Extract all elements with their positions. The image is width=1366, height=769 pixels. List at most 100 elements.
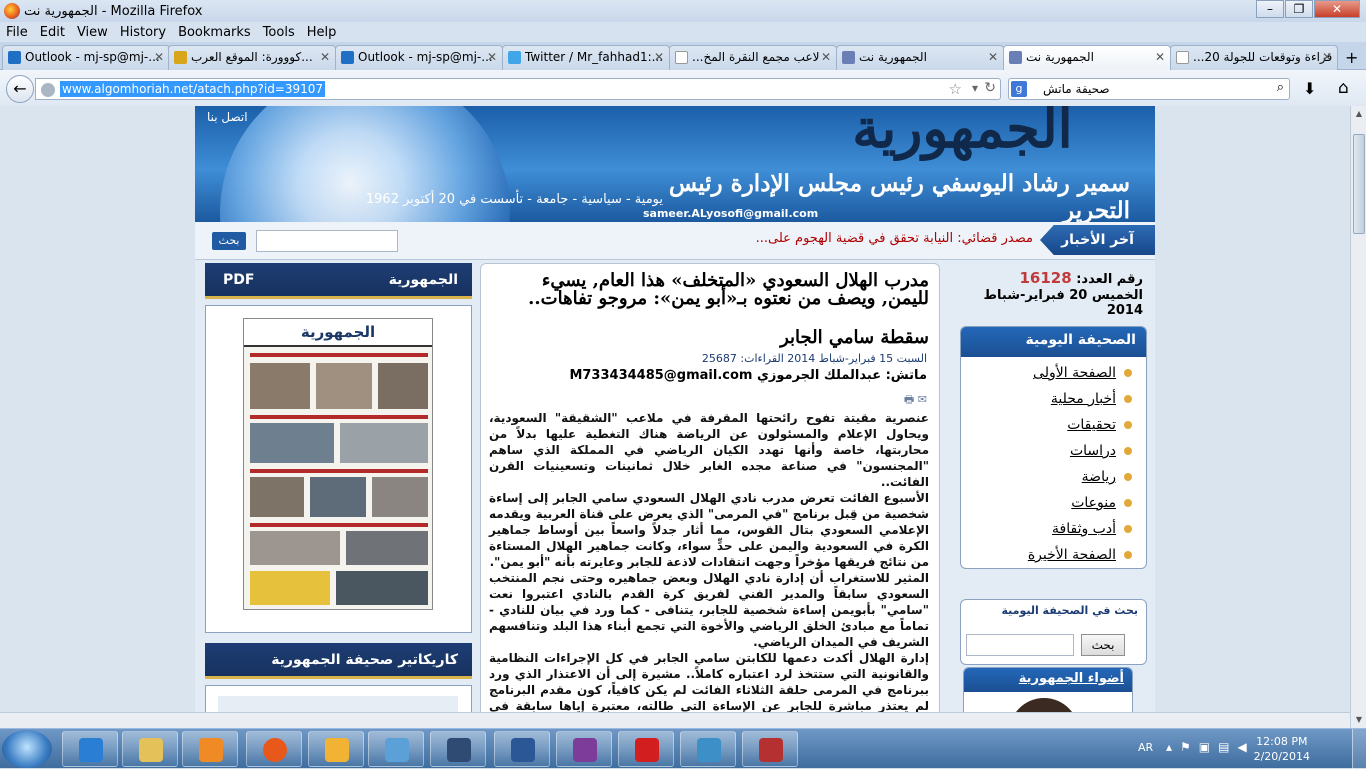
author-email[interactable]: M733434485@gmail.com [569,368,752,383]
show-desktop-button[interactable] [1352,729,1366,769]
site-search-button[interactable]: بحث [212,232,246,250]
newspaper-thumbnail[interactable]: الجمهورية [243,318,433,610]
tab-kooora[interactable]: كووورة: الموقع العرب... ✕ [168,45,336,70]
ie-icon [79,738,103,762]
issue-number-line: رقم العدد: 16128 [1020,269,1144,287]
tab-outlook-1[interactable]: Outlook - mj-sp@mj-... ✕ [2,45,170,70]
url-bar[interactable]: www.algomhoriah.net/atach.php?id=39107 ☆… [35,78,1001,100]
daily-item-studies[interactable]: دراسات [961,439,1132,465]
daily-item-local-news[interactable]: أخبار محلية [961,387,1132,413]
menu-tools[interactable]: Tools [257,25,301,40]
site-logo[interactable]: الجمهورية [790,106,1135,160]
article-body: عنصرية مقيتة تفوح رائحتها المقرفة في ملا… [489,410,929,728]
scroll-up-icon[interactable]: ▲ [1352,107,1366,121]
close-tab-icon[interactable]: ✕ [654,46,664,68]
google-engine-icon[interactable]: g [1011,81,1027,97]
menu-edit[interactable]: Edit [34,25,71,40]
menu-history[interactable]: History [114,25,172,40]
site-search-input[interactable] [256,230,398,252]
menu-file[interactable]: File [0,25,34,40]
tab-naqra[interactable]: ...لاعب مجمع النقرة المخ ✕ [669,45,837,70]
close-tab-icon[interactable]: ✕ [487,46,497,68]
menu-bookmarks[interactable]: Bookmarks [172,25,257,40]
clock[interactable]: 12:08 PM 2/20/2014 [1254,734,1310,764]
taskbar-acrobat[interactable] [618,731,674,767]
menu-bar: File Edit View History Bookmarks Tools H… [0,22,1366,42]
close-tab-icon[interactable]: ✕ [154,46,164,68]
media-center-icon [447,738,471,762]
close-tab-icon[interactable]: ✕ [1322,46,1332,68]
taskbar-media-center[interactable] [430,731,486,767]
print-icon[interactable]: 🖶 [904,393,914,406]
taskbar-outlook[interactable] [308,731,364,767]
scroll-thumb[interactable] [1353,134,1365,234]
dropdown-arrow-icon[interactable]: ▾ [972,81,978,95]
article-tools: 🖶 ✉ [904,391,927,410]
outlook-icon [8,51,21,64]
ticker-headline[interactable]: مصدر قضائي: النيابة تحقق في قضية الهجوم … [756,231,1033,246]
close-tab-icon[interactable]: ✕ [821,46,831,68]
new-tab-button[interactable]: + [1345,48,1358,67]
back-button[interactable]: ← [6,75,34,103]
menu-help[interactable]: Help [301,25,343,40]
tab-outlook-2[interactable]: Outlook - mj-sp@mj-... ✕ [335,45,503,70]
daily-item-culture[interactable]: أدب وثقافة [961,517,1132,543]
maximize-button[interactable]: ❐ [1285,0,1313,18]
daily-item-last-page[interactable]: الصفحة الأخيرة [961,543,1132,568]
tab-algomhoriah-1[interactable]: الجمهورية نت ✕ [836,45,1004,70]
taskbar-paint[interactable] [368,731,424,767]
scroll-down-icon[interactable]: ▼ [1352,713,1366,727]
reload-icon[interactable]: ↻ [984,80,996,96]
daily-search-button[interactable]: بحث [1081,634,1125,656]
bullet-icon [1124,447,1132,455]
start-button[interactable] [2,730,52,768]
news-ticker-row: آخر الأخبار مصدر قضائي: النيابة تحقق في … [195,222,1155,260]
article-paragraph: عنصرية مقيتة تفوح رائحتها المقرفة في ملا… [489,411,929,489]
taskbar-ie[interactable] [62,731,118,767]
close-tab-icon[interactable]: ✕ [320,46,330,68]
daily-search-input[interactable] [966,634,1074,656]
download-icon[interactable]: ⬇ [1303,79,1316,98]
pdf-preview-box: الجمهورية [205,305,472,633]
menu-view[interactable]: View [71,25,114,40]
tab-twitter[interactable]: Twitter / Mr_fahhad1:... ✕ [502,45,670,70]
lights-title[interactable]: أضواء الجمهورية [964,668,1132,692]
outlook-icon [325,738,349,762]
daily-item-front-page[interactable]: الصفحة الأولى [961,361,1132,387]
page-viewport: اتصل بنا الجمهورية سمير رشاد اليوسفي رئي… [0,106,1350,728]
site-identity-icon[interactable] [41,83,55,97]
close-tab-icon[interactable]: ✕ [988,46,998,68]
close-window-button[interactable]: ✕ [1314,0,1360,18]
taskbar-firefox[interactable] [246,731,302,767]
search-query[interactable]: صحيفة ماتش [1043,82,1110,96]
url-text[interactable]: www.algomhoriah.net/atach.php?id=39107 [60,81,326,97]
language-indicator[interactable]: AR [1138,741,1153,754]
taskbar-winrar[interactable] [556,731,612,767]
horizontal-scrollbar[interactable] [0,712,1350,728]
taskbar-pdf-app[interactable] [742,731,798,767]
search-bar[interactable]: g صحيفة ماتش ⌕ [1008,78,1290,100]
vertical-scrollbar[interactable]: ▲ ▼ [1350,106,1366,728]
close-tab-icon[interactable]: ✕ [1155,46,1165,68]
minimize-button[interactable]: – [1256,0,1284,18]
issue-date: الخميس 20 فبراير-شباط 2014 [983,288,1143,318]
system-tray: AR ▴⚑▣▤◀ 12:08 PM 2/20/2014 [1126,729,1366,769]
taskbar-media-player[interactable] [182,731,238,767]
taskbar-photo-viewer[interactable] [680,731,736,767]
navigation-bar: ← www.algomhoriah.net/atach.php?id=39107… [0,70,1366,106]
editor-email[interactable]: sameer.ALyosofi@gmail.com [643,207,818,220]
taskbar-word[interactable] [494,731,550,767]
search-icon[interactable]: ⌕ [1277,80,1284,95]
taskbar-explorer[interactable] [122,731,178,767]
daily-item-label: رياضة [1081,469,1116,485]
daily-item-investigations[interactable]: تحقيقات [961,413,1132,439]
contact-link[interactable]: اتصل بنا [207,110,248,124]
home-icon[interactable]: ⌂ [1338,78,1349,98]
daily-item-misc[interactable]: منوعات [961,491,1132,517]
bookmark-star-icon[interactable]: ☆ [949,80,962,98]
daily-item-sports[interactable]: رياضة [961,465,1132,491]
tray-icons[interactable]: ▴⚑▣▤◀ [1166,740,1255,754]
tab-algomhoriah-active[interactable]: الجمهورية نت ✕ [1003,45,1171,70]
email-icon[interactable]: ✉ [918,393,927,406]
tab-round-20[interactable]: ...قراءة وتوقعات للجولة 20 ✕ [1170,45,1338,70]
